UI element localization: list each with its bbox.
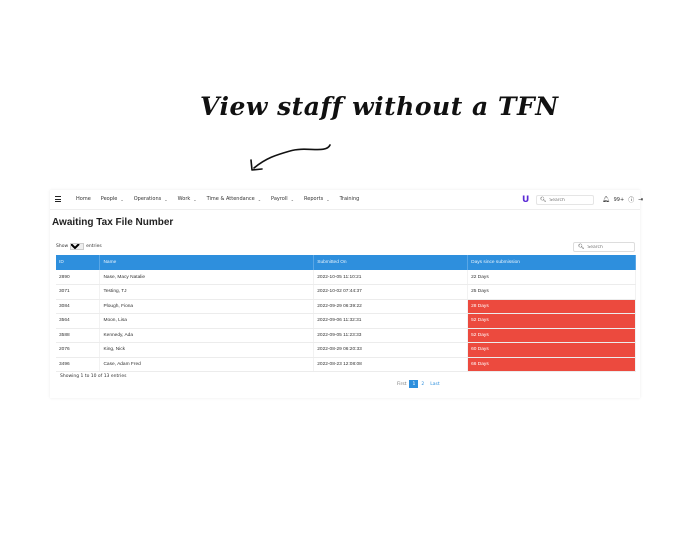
- search-icon: 🔍︎: [540, 197, 547, 203]
- arrow-annotation-icon: [250, 144, 331, 171]
- cell-submitted: 2022-10-05 11:10:21: [313, 270, 469, 285]
- logout-icon[interactable]: ⇥: [638, 196, 643, 203]
- table-header-row: ID Name Submitted On Days since submissi…: [56, 255, 636, 270]
- app-logo: U: [522, 195, 530, 205]
- page-title: Awaiting Tax File Number: [52, 217, 174, 228]
- nav-item-label: Work: [177, 196, 191, 202]
- cell-submitted: 2022-10-02 07:44:37: [313, 284, 469, 300]
- nav-item-people[interactable]: People ⌄: [101, 196, 124, 202]
- cell-submitted: 2022-09-06 11:32:31: [313, 313, 469, 329]
- table-row[interactable]: 3564 Moon, Lisa 2022-09-06 11:32:31 52 Days: [56, 313, 636, 329]
- nav-item-label: Payroll: [271, 196, 288, 202]
- entries-control: Show 10 entries: [56, 243, 102, 250]
- column-header-days[interactable]: Days since submission: [467, 255, 636, 270]
- nav-item-operations[interactable]: Operations ⌄: [134, 196, 168, 202]
- cell-name: Case, Adam Fred: [99, 357, 315, 372]
- cell-submitted: 2022-08-23 12:08:08: [313, 357, 469, 372]
- global-search[interactable]: 🔍︎: [536, 195, 594, 205]
- chevron-down-icon: ⌄: [326, 196, 330, 202]
- cell-name: Testing, TJ: [99, 284, 315, 300]
- nav-item-payroll[interactable]: Payroll ⌄: [271, 196, 294, 202]
- chevron-down-icon: ⌄: [257, 196, 262, 202]
- cell-days: 22 Days: [467, 270, 636, 285]
- column-header-submitted[interactable]: Submitted On: [313, 255, 469, 270]
- nav-item-reports[interactable]: Reports ⌄: [304, 196, 330, 202]
- cell-name: Kennedy, Ada: [99, 328, 315, 343]
- table-row[interactable]: 3084 Plough, Fiona 2022-09-29 06:39:22 28 D…: [56, 299, 636, 314]
- chevron-down-icon: ⌄: [120, 196, 124, 202]
- cell-days: 52 Days: [467, 313, 636, 329]
- chevron-down-icon: ⌄: [164, 196, 168, 202]
- column-header-id[interactable]: ID: [56, 255, 101, 270]
- nav-right-tools: 🔔︎ 99+ ⓘ ⇥: [602, 195, 647, 204]
- top-navbar: Home People ⌄ Operations ⌄ Work ⌄ Time & Attend…: [50, 190, 643, 210]
- menu-icon[interactable]: [55, 196, 61, 202]
- search-icon: 🔍︎: [578, 244, 585, 250]
- cell-id: 3564: [56, 313, 101, 329]
- table-search-input[interactable]: [587, 244, 630, 250]
- cell-id: 3496: [56, 357, 101, 372]
- pagination: First 1 2 Last: [394, 380, 443, 388]
- table-info: Showing 1 to 10 of 13 entries: [60, 374, 127, 379]
- chevron-down-icon: ⌄: [193, 196, 197, 202]
- cell-id: 2076: [56, 342, 101, 358]
- nav-item-label: Reports: [304, 196, 324, 202]
- nav-item-label: People: [100, 196, 118, 202]
- cell-id: 3588: [56, 328, 101, 343]
- nav-item-label: Training: [339, 196, 360, 202]
- table-row[interactable]: 3071 Testing, TJ 2022-10-02 07:44:37 25 Day…: [56, 284, 636, 300]
- nav-item-label: Operations: [133, 196, 162, 202]
- cell-id: 3084: [56, 299, 101, 314]
- nav-item-time-attendance[interactable]: Time & Attendance ⌄: [207, 196, 261, 202]
- column-header-name[interactable]: Name: [99, 255, 315, 270]
- chevron-down-icon: ⌄: [290, 196, 295, 202]
- cell-id: 3071: [56, 284, 101, 300]
- table-search[interactable]: 🔍︎: [573, 242, 635, 252]
- cell-days: 28 Days: [467, 299, 636, 314]
- cell-name: Nase, Macy Natalie: [99, 270, 315, 285]
- cell-name: Plough, Fiona: [99, 299, 315, 314]
- notification-count: 99+: [613, 196, 625, 203]
- cell-days: 60 Days: [467, 342, 636, 358]
- page-2-button[interactable]: 2: [418, 380, 427, 388]
- page-1-button[interactable]: 1: [409, 380, 419, 388]
- nav-item-home[interactable]: Home: [76, 196, 91, 202]
- entries-label: entries: [86, 244, 102, 249]
- cell-submitted: 2022-09-05 11:23:33: [313, 328, 469, 343]
- help-icon[interactable]: ⓘ: [628, 195, 634, 204]
- table-row[interactable]: 2890 Nase, Macy Natalie 2022-10-05 11:10:2…: [56, 270, 636, 285]
- tfn-table: ID Name Submitted On Days since submissi…: [56, 255, 636, 372]
- cell-id: 2890: [56, 270, 101, 285]
- table-row[interactable]: 3496 Case, Adam Fred 2022-08-23 12:08:08 66…: [56, 357, 636, 372]
- nav-menu: Home People ⌄ Operations ⌄ Work ⌄ Time & Attend…: [76, 196, 369, 202]
- table-row[interactable]: 2076 King, Nick 2022-08-29 06:20:33 60 Days: [56, 342, 636, 358]
- page-first-button[interactable]: First: [394, 380, 409, 388]
- nav-item-training[interactable]: Training: [340, 196, 360, 202]
- nav-item-label: Time & Attendance: [206, 196, 255, 202]
- cell-submitted: 2022-08-29 06:20:33: [313, 342, 469, 358]
- cell-name: Moon, Lisa: [99, 313, 315, 329]
- global-search-input[interactable]: [549, 197, 592, 203]
- annotation-text: View staff without a TFN: [200, 92, 559, 121]
- cell-submitted: 2022-09-29 06:39:22: [313, 299, 469, 314]
- table-row[interactable]: 3588 Kennedy, Ada 2022-09-05 11:23:33 52 Da…: [56, 328, 636, 343]
- show-label: Show: [56, 244, 69, 249]
- cell-days: 25 Days: [467, 284, 636, 300]
- table-body: 2890 Nase, Macy Natalie 2022-10-05 11:10:2…: [56, 270, 636, 372]
- entries-select[interactable]: 10: [70, 243, 85, 250]
- bell-icon[interactable]: 🔔︎: [602, 196, 610, 203]
- page-last-button[interactable]: Last: [427, 380, 442, 388]
- cell-days: 66 Days: [467, 357, 636, 372]
- cell-days: 52 Days: [467, 328, 636, 343]
- cell-name: King, Nick: [99, 342, 315, 358]
- nav-item-work[interactable]: Work ⌄: [178, 196, 197, 202]
- app-window: Home People ⌄ Operations ⌄ Work ⌄ Time & Attend…: [50, 190, 643, 398]
- nav-item-label: Home: [76, 196, 91, 202]
